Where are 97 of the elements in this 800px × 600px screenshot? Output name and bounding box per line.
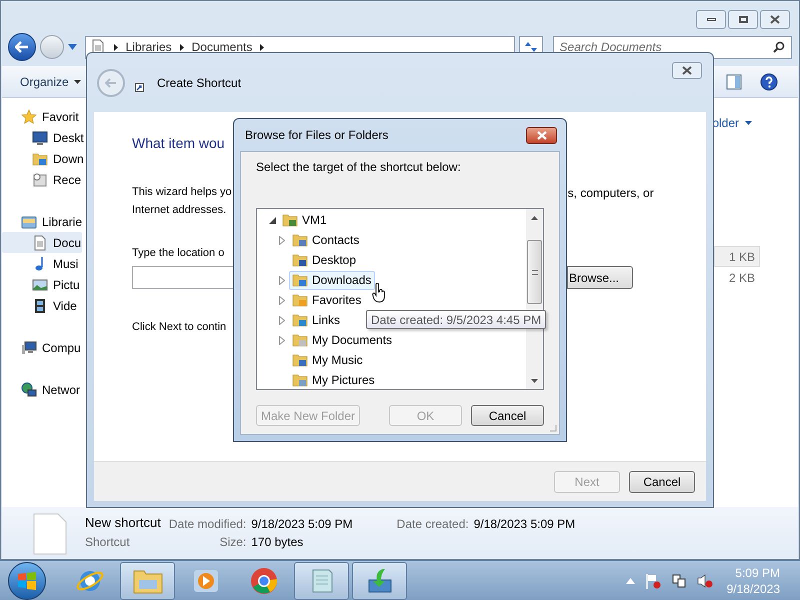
back-arrow-icon <box>105 78 117 88</box>
libraries-icon <box>21 214 37 230</box>
close-button[interactable] <box>672 62 702 79</box>
wizard-heading: What item wou <box>132 134 225 153</box>
network-icon[interactable] <box>670 572 687 588</box>
chevron-icon <box>180 44 184 50</box>
preview-pane-icon[interactable] <box>726 74 742 90</box>
sidebar-item[interactable]: Networ <box>2 379 82 400</box>
prompt-text: Select the target of the shortcut below: <box>256 159 462 176</box>
collapsed-triangle-icon[interactable] <box>279 296 285 304</box>
breadcrumb-item[interactable]: Documents <box>192 38 252 56</box>
sidebar-item[interactable]: Rece <box>2 169 82 190</box>
tree-item[interactable]: Links <box>289 310 344 330</box>
collapsed-triangle-icon[interactable] <box>279 276 285 284</box>
intro-text: s, computers, or <box>568 185 654 202</box>
sidebar-item[interactable]: Favorit <box>2 106 82 127</box>
file-size-cell[interactable]: 2 KB <box>714 267 760 288</box>
sidebar-item[interactable]: Docu <box>2 232 82 253</box>
tooltip: Date created: 9/5/2023 4:45 PM <box>366 310 546 329</box>
dialog-button[interactable]: Cancel <box>629 470 695 492</box>
taskbar-button[interactable] <box>352 562 407 600</box>
tree-item[interactable]: Desktop <box>289 250 360 270</box>
resize-grip-icon[interactable] <box>549 424 557 432</box>
collapsed-triangle-icon[interactable] <box>279 236 285 244</box>
flag-icon[interactable] <box>644 572 661 588</box>
tree-item[interactable]: VM1 <box>279 210 331 230</box>
breadcrumb-item[interactable]: Libraries <box>126 38 172 56</box>
detail-value: 9/18/2023 5:09 PM <box>251 516 353 533</box>
maximize-button[interactable] <box>728 10 758 29</box>
file-name: New shortcut <box>85 514 161 532</box>
sidebar-item[interactable]: Deskt <box>2 127 82 148</box>
sidebar-item[interactable]: Pictu <box>2 274 82 295</box>
close-icon <box>770 15 780 24</box>
back-button[interactable] <box>8 33 36 61</box>
history-caret-icon[interactable] <box>68 44 77 50</box>
caret-icon <box>74 80 81 84</box>
detail-label: Date modified: <box>168 516 246 533</box>
sidebar-item[interactable]: Down <box>2 148 82 169</box>
tree-item[interactable]: My Pictures <box>289 370 379 389</box>
detail-value: 170 bytes <box>251 534 304 551</box>
film-strip-icon <box>32 298 48 314</box>
browse-button[interactable]: Browse... <box>567 266 633 289</box>
taskbar-button[interactable] <box>294 562 349 600</box>
chevron-icon <box>114 44 118 50</box>
expanded-triangle-icon[interactable] <box>269 216 276 224</box>
tree-item[interactable]: My Music <box>289 350 367 370</box>
collapsed-triangle-icon[interactable] <box>279 316 285 324</box>
file-size-cell[interactable]: 1 KB <box>714 246 760 267</box>
network-icon <box>21 382 37 398</box>
detail-label: Size: <box>218 534 246 551</box>
help-icon[interactable] <box>760 72 778 90</box>
monitor-icon <box>32 130 48 146</box>
shortcut-arrow-icon <box>135 83 144 92</box>
dialog-button[interactable]: Cancel <box>471 405 544 426</box>
close-icon <box>682 66 692 75</box>
scroll-thumb[interactable] <box>527 240 542 304</box>
tree-item[interactable]: Favorites <box>289 290 366 310</box>
intro-text: This wizard helps yo <box>132 185 232 200</box>
collapsed-triangle-icon[interactable] <box>279 336 285 344</box>
intro-text: Internet addresses. <box>132 203 226 218</box>
minimize-button[interactable] <box>696 10 726 29</box>
taskbar-button[interactable] <box>120 562 175 600</box>
sidebar-item[interactable]: Vide <box>2 295 82 316</box>
sidebar-item[interactable]: Compu <box>2 337 82 358</box>
close-button[interactable] <box>526 126 557 144</box>
location-label: Type the location o <box>132 246 224 260</box>
caret-icon <box>745 121 752 125</box>
start-button[interactable] <box>8 562 46 600</box>
search-icon <box>773 41 785 53</box>
chevron-icon <box>260 44 264 50</box>
tree-item[interactable]: Contacts <box>289 230 364 250</box>
sidebar-item[interactable]: Musi <box>2 253 82 274</box>
back-arrow-icon <box>14 41 29 53</box>
refresh-icon <box>524 41 538 53</box>
browser-icon <box>248 566 278 596</box>
speaker-muted-icon[interactable] <box>696 572 713 588</box>
scroll-down-icon[interactable] <box>531 379 538 383</box>
tree-item[interactable]: My Documents <box>289 330 396 350</box>
close-icon <box>536 130 546 140</box>
windows-logo-icon <box>17 572 37 590</box>
dialog-title: Browse for Files or Folders <box>245 127 388 144</box>
detail-label: Date created: <box>396 516 469 533</box>
organize-menu[interactable]: Organize <box>20 72 81 90</box>
tree-item[interactable]: Downloads <box>289 270 376 290</box>
picture-icon <box>32 276 48 292</box>
file-icon <box>33 513 67 555</box>
scroll-up-icon[interactable] <box>531 216 538 220</box>
file-type: Shortcut <box>85 534 131 550</box>
sidebar-item[interactable]: Librarie <box>2 211 82 232</box>
document-icon <box>32 234 48 250</box>
detail-value: 9/18/2023 5:09 PM <box>474 516 576 533</box>
hand-cursor-icon <box>372 283 386 303</box>
star-icon <box>21 108 37 124</box>
computer-icon <box>21 340 37 356</box>
wizard-title: Create Shortcut <box>157 74 242 92</box>
close-button[interactable] <box>760 10 790 29</box>
instruction-text: Click Next to contin <box>132 320 226 335</box>
